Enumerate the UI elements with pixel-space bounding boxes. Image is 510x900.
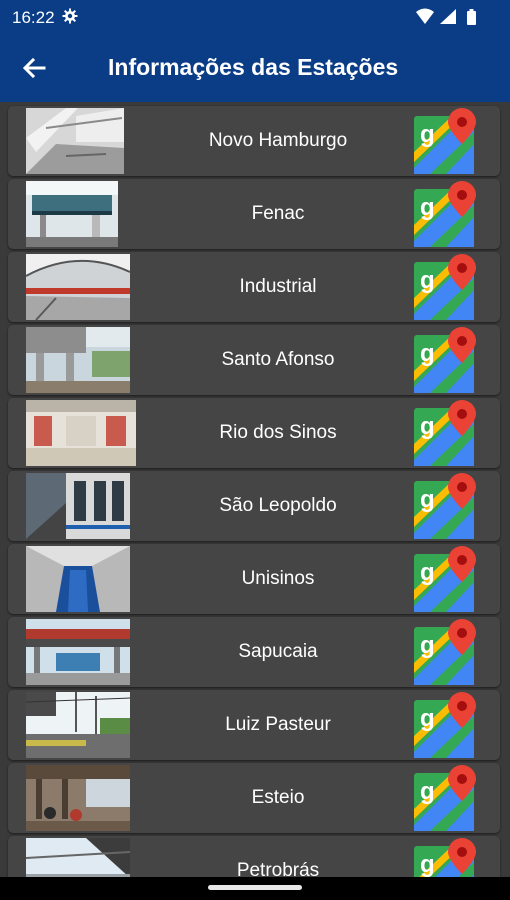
svg-text:g: g [420, 778, 435, 805]
svg-text:g: g [420, 340, 435, 367]
station-row-rio-dos-sinos[interactable]: Rio dos Sinos g [8, 398, 500, 468]
station-photo [26, 546, 130, 612]
svg-text:g: g [420, 559, 435, 586]
wifi-icon [416, 8, 434, 24]
station-name: Sapucaia [238, 641, 318, 662]
station-photo [26, 400, 136, 466]
station-row-industrial[interactable]: Industrial g [8, 252, 500, 322]
station-name: Santo Afonso [221, 349, 335, 370]
station-row-sao-leopoldo[interactable]: São Leopoldo g [8, 471, 500, 541]
station-row-luiz-pasteur[interactable]: Luiz Pasteur g [8, 690, 500, 760]
navigation-bar [0, 877, 510, 900]
status-time: 16:22 [12, 8, 55, 27]
svg-text:g: g [420, 194, 435, 221]
station-name: Fenac [251, 203, 305, 224]
google-maps-icon[interactable]: g [412, 254, 480, 322]
google-maps-icon[interactable]: g [412, 400, 480, 468]
google-maps-icon[interactable]: g [412, 765, 480, 833]
google-maps-icon[interactable]: g [412, 838, 480, 877]
google-maps-icon[interactable]: g [412, 619, 480, 687]
cellular-signal-icon [440, 9, 456, 24]
station-row-esteio[interactable]: Esteio g [8, 763, 500, 833]
google-maps-icon[interactable]: g [412, 473, 480, 541]
google-maps-icon[interactable]: g [412, 546, 480, 614]
station-name: Luiz Pasteur [225, 714, 331, 735]
svg-text:g: g [420, 413, 435, 440]
svg-text:g: g [420, 705, 435, 732]
status-bar: 16:22 [0, 0, 510, 34]
settings-gear-icon [62, 8, 78, 24]
station-row-santo-afonso[interactable]: Santo Afonso g [8, 325, 500, 395]
svg-text:g: g [420, 267, 435, 294]
station-photo [26, 692, 130, 758]
page-title: Informações das Estações [108, 54, 399, 80]
battery-icon [467, 9, 476, 25]
svg-text:g: g [420, 486, 435, 513]
station-photo [26, 838, 130, 877]
svg-text:g: g [420, 851, 435, 877]
google-maps-icon[interactable]: g [412, 692, 480, 760]
station-name: Novo Hamburgo [208, 130, 348, 151]
station-name: Petrobrás [236, 860, 320, 877]
station-photo [26, 765, 130, 831]
home-gesture-handle[interactable] [208, 885, 302, 890]
station-row-unisinos[interactable]: Unisinos g [8, 544, 500, 614]
station-name: Esteio [251, 787, 305, 808]
station-row-petrobras[interactable]: Petrobrás g [8, 836, 500, 877]
google-maps-icon[interactable]: g [412, 327, 480, 395]
station-name: Unisinos [241, 568, 315, 589]
google-maps-icon[interactable]: g [412, 108, 480, 176]
station-row-novo-hamburgo[interactable]: Novo Hamburgo g [8, 106, 500, 176]
station-list[interactable]: Novo Hamburgo g Fenac g Industrial g San… [0, 104, 510, 877]
station-photo [26, 619, 130, 685]
svg-text:g: g [420, 121, 435, 148]
station-photo [26, 254, 130, 320]
app-bar: Informações das Estações [0, 34, 510, 102]
station-name: Industrial [239, 276, 317, 297]
station-photo [26, 108, 124, 174]
station-photo [26, 473, 130, 539]
station-name: Rio dos Sinos [219, 422, 337, 443]
google-maps-icon[interactable]: g [412, 181, 480, 249]
station-photo [26, 181, 118, 247]
station-name: São Leopoldo [219, 495, 337, 516]
station-row-sapucaia[interactable]: Sapucaia g [8, 617, 500, 687]
back-arrow-icon[interactable] [20, 54, 48, 82]
status-icons [416, 8, 476, 25]
svg-text:g: g [420, 632, 435, 659]
station-row-fenac[interactable]: Fenac g [8, 179, 500, 249]
station-photo [26, 327, 130, 393]
